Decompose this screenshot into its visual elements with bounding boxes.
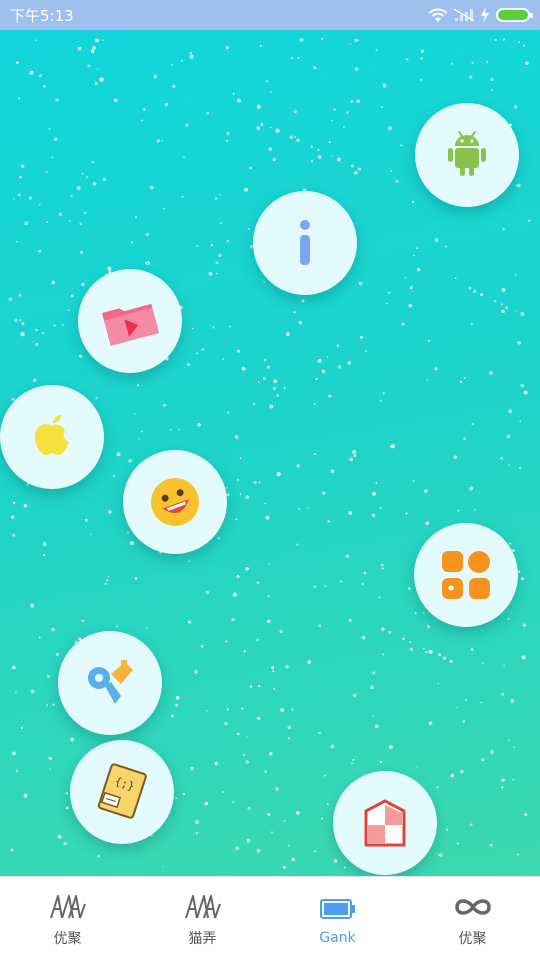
- bubble-info[interactable]: [253, 191, 357, 295]
- video-folder-icon: [101, 303, 160, 346]
- apple-icon: [34, 415, 69, 455]
- bubble-android[interactable]: [415, 103, 519, 207]
- nav-item-youju-2[interactable]: 优聚: [423, 890, 523, 948]
- bubble-apple[interactable]: [0, 385, 104, 489]
- nav-label: 猫弄: [188, 930, 217, 947]
- bubble-app-logo[interactable]: [58, 631, 162, 735]
- aa-icon: [184, 890, 222, 924]
- bubble-code-book[interactable]: {;}: [70, 740, 174, 844]
- status-time: 下午5:13: [10, 6, 74, 25]
- bubble-apps[interactable]: [414, 523, 518, 627]
- nav-item-gank[interactable]: Gank: [288, 892, 388, 946]
- signal-icon: [454, 8, 474, 22]
- shield-icon: [364, 799, 406, 847]
- code-book-icon: {;}: [97, 763, 147, 819]
- main-area: {;}: [0, 30, 540, 876]
- wifi-icon: [428, 8, 448, 22]
- status-bar: 下午5:13: [0, 0, 540, 30]
- battery-icon: [496, 8, 533, 22]
- charging-icon: [481, 7, 489, 23]
- nav-label: Gank: [319, 929, 356, 946]
- bottom-nav: 优聚 猫弄 Gank 优聚: [0, 876, 540, 960]
- battery-icon: [319, 892, 357, 926]
- status-icons: [428, 7, 533, 23]
- nav-label: 优聚: [53, 930, 82, 947]
- bubble-shield[interactable]: [333, 771, 437, 875]
- aa-icon: [49, 890, 87, 924]
- emoji-face-icon: [151, 478, 199, 526]
- bubble-video[interactable]: [78, 269, 182, 373]
- nav-item-youju[interactable]: 优聚: [18, 890, 118, 948]
- infinity-icon: [453, 890, 493, 924]
- info-icon: [300, 220, 310, 265]
- nav-label: 优聚: [458, 930, 487, 947]
- apps-grid-icon: [442, 551, 490, 599]
- bubble-emoji[interactable]: [123, 450, 227, 554]
- nav-item-maonong[interactable]: 猫弄: [153, 890, 253, 948]
- android-icon: [448, 131, 486, 176]
- app-logo-icon: [88, 660, 133, 704]
